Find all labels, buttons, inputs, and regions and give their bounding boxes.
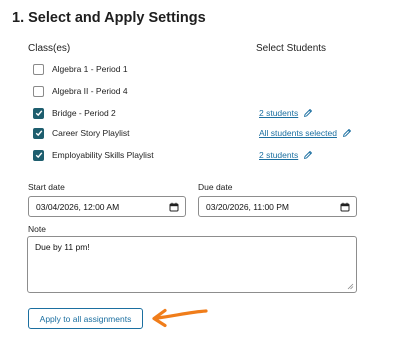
class-label: Algebra 1 - Period 1 [52, 64, 128, 74]
due-date-value: 03/20/2026, 11:00 PM [206, 201, 290, 212]
class-row[interactable]: Bridge - Period 2 [33, 105, 116, 121]
class-checkbox[interactable] [33, 85, 44, 97]
due-date-input[interactable]: 03/20/2026, 11:00 PM [198, 196, 357, 217]
class-row[interactable]: Employability Skills Playlist [33, 147, 154, 163]
class-label: Career Story Playlist [52, 128, 130, 138]
apply-to-all-button[interactable]: Apply to all assignments [28, 308, 143, 329]
student-selection: All students selected [259, 126, 352, 140]
student-selection: 2 students [259, 148, 313, 162]
students-header: Select Students [256, 43, 327, 54]
pencil-icon[interactable] [303, 150, 313, 160]
class-checkbox[interactable] [33, 149, 44, 161]
select-students-link[interactable]: All students selected [259, 128, 337, 138]
select-students-link[interactable]: 2 students [259, 108, 298, 118]
class-checkbox[interactable] [33, 63, 44, 75]
class-label: Bridge - Period 2 [52, 108, 116, 118]
class-label: Algebra II - Period 4 [52, 86, 128, 96]
checkmark-icon [35, 152, 42, 159]
pencil-icon[interactable] [342, 128, 352, 138]
note-textarea[interactable]: Due by 11 pm! [27, 236, 357, 293]
calendar-icon[interactable] [340, 202, 350, 212]
section-title: 1. Select and Apply Settings [12, 10, 206, 26]
classes-header: Class(es) [28, 43, 71, 54]
checkmark-icon [35, 110, 42, 117]
note-label: Note [28, 224, 46, 234]
resize-grip-icon[interactable] [347, 283, 354, 290]
start-date-label: Start date [28, 182, 65, 192]
student-selection: 2 students [259, 106, 313, 120]
class-row[interactable]: Algebra 1 - Period 1 [33, 61, 128, 77]
calendar-icon[interactable] [169, 202, 179, 212]
class-checkbox[interactable] [33, 107, 44, 119]
checkmark-icon [35, 130, 42, 137]
start-date-input[interactable]: 03/04/2026, 12:00 AM [28, 196, 186, 217]
start-date-value: 03/04/2026, 12:00 AM [36, 201, 120, 212]
class-row[interactable]: Career Story Playlist [33, 125, 129, 141]
class-checkbox[interactable] [33, 127, 44, 139]
arrow-icon [152, 308, 208, 328]
note-text: Due by 11 pm! [35, 242, 90, 252]
select-students-link[interactable]: 2 students [259, 150, 298, 160]
class-label: Employability Skills Playlist [52, 150, 154, 160]
class-row[interactable]: Algebra II - Period 4 [33, 83, 128, 99]
due-date-label: Due date [198, 182, 233, 192]
pencil-icon[interactable] [303, 108, 313, 118]
